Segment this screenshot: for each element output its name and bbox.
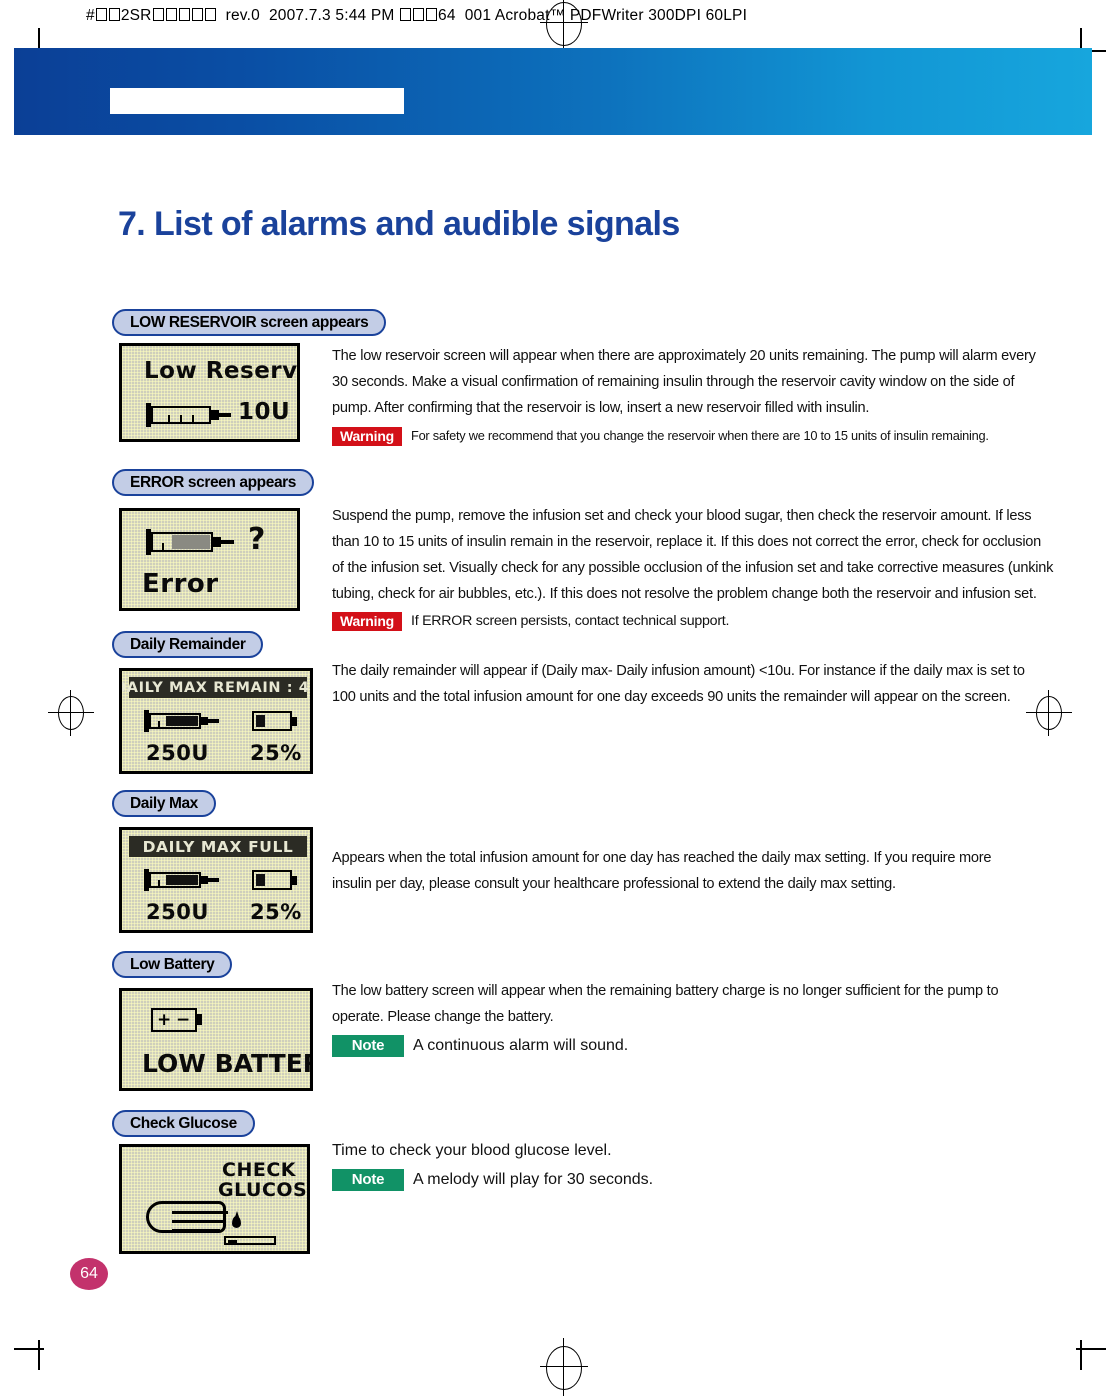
paragraph: The low battery screen will appear when … [332,983,999,1025]
crop-mark-br-v [1080,1340,1082,1370]
section-label-text: Daily Remainder [130,635,246,653]
low-battery-title: LOW BATTERY [142,1049,310,1078]
slug-cjk-box [426,8,438,21]
daily-remainder-body: The daily remainder will appear if (Dail… [332,658,1032,710]
paragraph: Suspend the pump, remove the infusion se… [332,508,1054,602]
section-label-text: LOW RESERVOIR screen appears [130,313,369,331]
hand-finger-blood-drop-icon [140,1199,300,1247]
syringe-filled-icon [146,527,238,559]
battery-minus-sign: − [176,1010,191,1030]
low-reservoir-title: Low Reservoir [144,358,298,384]
low-reservoir-value: 10U [238,399,291,425]
page-number: 64 [70,1258,108,1290]
slug-cjk-box [95,8,107,21]
header-white-placeholder [110,88,404,114]
section-label-error: ERROR screen appears [112,469,315,496]
error-title: Error [142,569,219,599]
slug-date: 2007.7.3 5:44 PM [268,7,395,24]
low-battery-callout: Note A continuous alarm will sound. [332,1033,1032,1059]
registration-cross-right-v [1048,690,1050,736]
check-glucose-title-line1: CHECK [222,1159,296,1181]
note-badge: Note [332,1169,404,1191]
slug-cjk-box [178,8,190,21]
registration-cross-left-v [70,690,72,736]
warning-text: For safety we recommend that you change … [411,428,989,443]
crop-mark-bl-h [14,1348,44,1350]
slug-driver: 001 Acrobat™ PDFWriter 300DPI 60LPI [464,7,748,24]
paragraph: Appears when the total infusion amount f… [332,850,992,892]
section-label-low-battery: Low Battery [112,951,233,978]
section-label-check-glucose: Check Glucose [112,1110,255,1137]
daily-remainder-screen: DAILY MAX REMAIN : 4U 250U 25% [119,668,313,774]
check-glucose-title-line2: GLUCOSE [218,1179,308,1201]
daily-remainder-battery-value: 25% [250,741,302,765]
crop-mark-br-h [1076,1348,1106,1350]
test-strip-icon [224,1236,276,1245]
paragraph: The daily remainder will appear if (Dail… [332,663,1025,705]
section-label-text: Low Battery [130,955,215,973]
section-label-text: Check Glucose [130,1114,237,1132]
slug-rev: rev.0 [225,7,260,24]
check-glucose-screen: CHECK GLUCOSE [119,1144,310,1254]
error-screen: ? Error [119,508,300,611]
slug-page: 64 [438,7,456,24]
error-question-mark: ? [248,522,266,557]
daily-max-screen: DAILY MAX FULL 250U 25% [119,827,313,933]
section-label-text: Daily Max [130,794,198,812]
error-body: Suspend the pump, remove the infusion se… [332,503,1054,634]
low-reservoir-screen: Low Reservoir 10U [119,343,300,442]
slug-cjk-box [152,8,164,21]
slug-cjk-box [191,8,203,21]
slug-cjk-box [413,8,425,21]
warning-badge: Warning [332,611,402,631]
section-label-low-reservoir: LOW RESERVOIR screen appears [112,309,387,336]
low-reservoir-callout: Warning For safety we recommend that you… [332,423,1044,449]
blood-drop-icon [232,1211,241,1228]
warning-text: If ERROR screen persists, contact techni… [411,613,730,629]
low-reservoir-body: The low reservoir screen will appear whe… [332,343,1044,449]
syringe-icon [146,401,232,429]
section-label-daily-remainder: Daily Remainder [112,631,264,658]
slug-cjk-box [165,8,177,21]
low-battery-screen: + − LOW BATTERY [119,988,313,1091]
slug-cjk-box [400,8,412,21]
registration-cross-bottom-h [540,1366,588,1368]
print-slug-line: #2SR rev.0 2007.7.3 5:44 PM 64 001 Acrob… [86,7,747,25]
slug-cjk-box [108,8,120,21]
warning-badge: Warning [332,426,402,446]
daily-remainder-bar: DAILY MAX REMAIN : 4U [122,677,310,698]
section-label-daily-max: Daily Max [112,790,216,817]
battery-icon [252,868,300,894]
crop-mark-bl-v [38,1340,40,1370]
low-battery-body: The low battery screen will appear when … [332,978,1032,1059]
page-title: 7. List of alarms and audible signals [118,205,680,243]
daily-max-reservoir-value: 250U [146,900,209,924]
daily-max-battery-value: 25% [250,900,302,924]
daily-remainder-reservoir-value: 250U [146,741,209,765]
slug-part-1: 2SR [120,7,152,24]
slug-hash: # [86,7,95,24]
paragraph: The low reservoir screen will appear whe… [332,348,1036,416]
header-band [14,48,1092,135]
paragraph: Time to check your blood glucose level. [332,1142,612,1159]
note-text: A melody will play for 30 seconds. [413,1171,654,1188]
slug-cjk-box [204,8,216,21]
note-text: A continuous alarm will sound. [413,1037,629,1054]
daily-max-body: Appears when the total infusion amount f… [332,845,1032,897]
daily-max-bar: DAILY MAX FULL [129,836,307,857]
check-glucose-body: Time to check your blood glucose level. … [332,1138,1032,1193]
syringe-icon [144,709,224,735]
battery-icon: + − [151,1008,209,1036]
battery-icon [252,709,300,735]
note-badge: Note [332,1035,404,1057]
check-glucose-callout: Note A melody will play for 30 seconds. [332,1167,1032,1193]
section-label-text: ERROR screen appears [130,473,297,491]
error-callout: Warning If ERROR screen persists, contac… [332,608,1054,634]
battery-plus-sign: + [157,1010,172,1030]
syringe-icon [144,868,224,894]
